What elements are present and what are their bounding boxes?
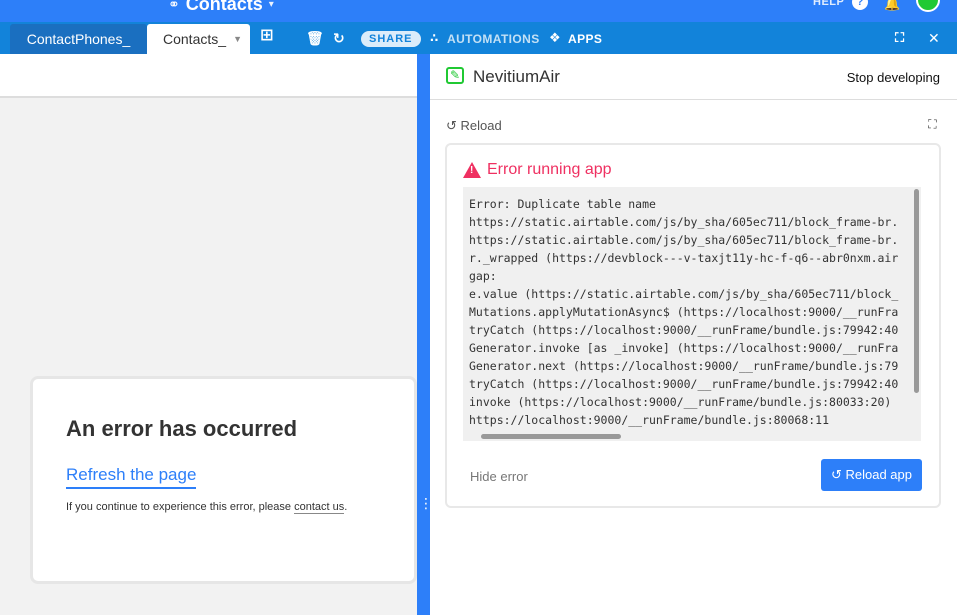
- share-button[interactable]: SHARE: [361, 31, 421, 47]
- reload-app-button[interactable]: ↺ Reload app: [820, 459, 922, 491]
- hide-error-button[interactable]: Hide error: [470, 469, 528, 484]
- error-running-app-title: Error running app: [463, 161, 612, 179]
- help-button[interactable]: HELP: [813, 0, 844, 8]
- tab-dropdown-icon[interactable]: ▼: [233, 24, 242, 54]
- error-heading: An error has occurred: [66, 416, 298, 441]
- tab-contacts[interactable]: Contacts_ ▼: [147, 24, 250, 54]
- apps-button[interactable]: APPS: [568, 32, 602, 46]
- app-panel-header: ✎ NevitiumAir Stop developing: [430, 54, 957, 100]
- tab-contactphones[interactable]: ContactPhones_: [10, 24, 147, 54]
- tab-label: ContactPhones_: [26, 31, 131, 47]
- grid-area: An error has occurred Refresh the page I…: [0, 54, 417, 615]
- history-icon[interactable]: ↻: [333, 30, 345, 46]
- reload-icon: ↺: [830, 467, 842, 482]
- notifications-bell-icon[interactable]: 🔔: [884, 0, 900, 12]
- top-bar: ⚭ Contacts ▾ HELP ? 🔔: [0, 0, 957, 22]
- app-edit-icon: ✎: [446, 67, 464, 84]
- stack-trace-box[interactable]: Error: Duplicate table name https://stat…: [463, 187, 921, 441]
- vertical-scrollbar[interactable]: [914, 189, 919, 393]
- automations-button[interactable]: AUTOMATIONS: [447, 32, 540, 46]
- trash-icon[interactable]: 🗑: [306, 30, 324, 46]
- contact-us-link[interactable]: contact us: [294, 501, 345, 514]
- add-table-icon[interactable]: ⊞: [260, 28, 273, 44]
- reload-icon: ↺: [446, 118, 457, 133]
- panel-resize-handle[interactable]: ⋮: [419, 496, 433, 520]
- reload-app-label: Reload app: [845, 467, 913, 482]
- reload-link[interactable]: ↺ Reload: [446, 118, 502, 134]
- error-note-text: If you continue to experience this error…: [66, 501, 295, 513]
- error-running-app-card: Error running app Error: Duplicate table…: [445, 143, 941, 508]
- tab-label: Contacts_: [163, 31, 227, 47]
- chevron-down-icon: ▾: [268, 0, 274, 10]
- refresh-page-link[interactable]: Refresh the page: [66, 465, 197, 489]
- user-avatar[interactable]: [916, 0, 940, 12]
- base-title-menu[interactable]: ⚭ Contacts ▾: [168, 0, 274, 15]
- app-dev-panel: ✎ NevitiumAir Stop developing ↺ Reload ⛶…: [430, 54, 957, 615]
- apps-icon[interactable]: ❖: [549, 30, 561, 46]
- automations-icon[interactable]: ∴: [430, 30, 438, 46]
- reload-label: Reload: [460, 118, 502, 133]
- error-note: If you continue to experience this error…: [66, 501, 348, 514]
- contacts-base-icon: ⚭: [168, 0, 180, 12]
- grid-header: [0, 54, 417, 98]
- stack-trace: Error: Duplicate table name https://stat…: [469, 197, 899, 427]
- expand-icon[interactable]: ⛶: [926, 118, 939, 131]
- fullscreen-icon[interactable]: ⛶: [895, 30, 904, 46]
- error-note-end: .: [344, 501, 348, 513]
- app-name: NevitiumAir: [473, 67, 560, 86]
- help-icon[interactable]: ?: [852, 0, 868, 10]
- close-icon[interactable]: ✕: [928, 30, 940, 46]
- base-title: Contacts: [185, 0, 263, 14]
- error-card: An error has occurred Refresh the page I…: [30, 376, 417, 584]
- error-title-text: Error running app: [487, 161, 612, 178]
- stop-developing-button[interactable]: Stop developing: [847, 70, 940, 85]
- warning-icon: [463, 162, 481, 178]
- horizontal-scrollbar[interactable]: [481, 434, 621, 439]
- table-tab-bar: ContactPhones_ Contacts_ ▼ ⊞ 🗑 ↻ SHARE ∴…: [0, 22, 957, 54]
